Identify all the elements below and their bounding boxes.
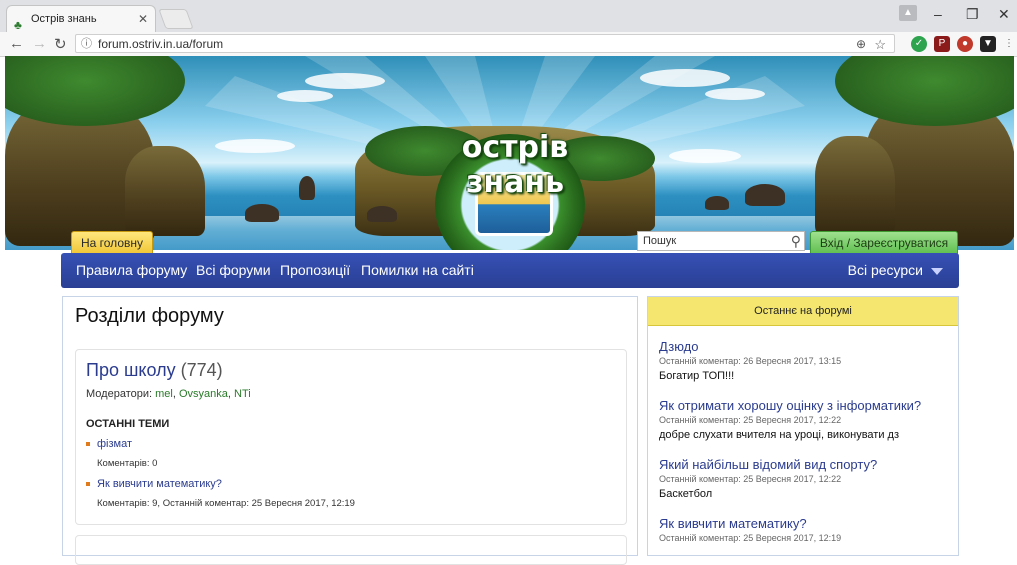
site-banner: острів знань — [5, 56, 1014, 250]
site-logo-text[interactable]: острів знань — [425, 130, 605, 200]
zoom-icon[interactable]: ⊕ — [856, 35, 866, 54]
nav-item-all-forums[interactable]: Всі форуми — [196, 253, 271, 288]
extension-lastpass-icon[interactable]: P — [934, 36, 950, 52]
topic-item: фізмат Коментарів: 0 — [86, 438, 157, 469]
topic-meta: Коментарів: 9, Останній коментар: 25 Вер… — [97, 498, 355, 509]
forum-section-name[interactable]: Про школу — [86, 360, 176, 380]
forum-section-title[interactable]: Про школу (774) — [86, 360, 223, 381]
latest-topics-heading: ОСТАННІ ТЕМИ — [86, 418, 170, 430]
forum-section-card: Про школу (774) Модератори: mel, Ovsyank… — [75, 349, 627, 525]
moderator-link[interactable]: NTi — [234, 388, 251, 400]
forum-section-card-next — [75, 535, 627, 565]
bookmark-star-icon[interactable]: ☆ — [874, 35, 886, 54]
search-input[interactable]: Пошук ⚲ — [637, 231, 805, 251]
moderator-link[interactable]: mel — [155, 388, 173, 400]
sidebar-post-comment: Баскетбол — [659, 488, 713, 500]
topic-item: Як вивчити математику? Коментарів: 9, Ос… — [86, 478, 355, 509]
rock-graphic — [705, 196, 729, 210]
left-cliff-small-graphic — [125, 146, 205, 236]
sidebar-post-title[interactable]: Дзюдо — [659, 339, 949, 354]
new-tab-button[interactable] — [158, 9, 194, 29]
address-toolbar: ← → ↻ ⓘ forum.ostriv.in.ua/forum ⊕ ☆ — [0, 32, 1017, 57]
rock-graphic — [367, 206, 397, 222]
rock-graphic — [245, 204, 279, 222]
back-arrow-icon[interactable]: ← — [9, 35, 24, 52]
moderators-label: Модератори: — [86, 388, 153, 400]
url-field[interactable]: ⓘ forum.ostriv.in.ua/forum ⊕ ☆ — [75, 34, 895, 53]
browser-menu-icon[interactable]: ⋮ — [1004, 36, 1014, 52]
page-title: Розділи форуму — [75, 305, 224, 327]
sidebar-post-comment: Богатир ТОП!!! — [659, 370, 735, 382]
sidebar-post-title[interactable]: Який найбільш відомий вид спорту? — [659, 457, 949, 472]
minimize-icon[interactable]: – — [934, 6, 942, 22]
close-window-icon[interactable]: ✕ — [998, 6, 1010, 23]
home-tab-button[interactable]: На головну — [71, 231, 153, 254]
rock-graphic — [299, 176, 315, 200]
restore-icon[interactable]: ❐ — [966, 6, 979, 23]
close-tab-icon[interactable]: ✕ — [138, 6, 148, 32]
main-nav-bar: Правила форуму Всі форуми Пропозиції Пом… — [61, 253, 959, 288]
chevron-down-icon[interactable] — [931, 268, 943, 275]
sidebar-post: Як отримати хорошу оцінку з інформатики?… — [659, 398, 949, 441]
nav-item-site-errors[interactable]: Помилки на сайті — [361, 253, 474, 288]
moderator-link[interactable]: Ovsyanka — [179, 388, 228, 400]
profile-icon[interactable]: ▲ — [899, 5, 917, 21]
sidebar-post-comment: добре слухати вчителя на уроці, виконува… — [659, 429, 899, 441]
bullet-icon — [86, 482, 90, 487]
browser-tab-strip: ♣ Острів знань ✕ ▲ – ❐ ✕ — [0, 0, 1017, 32]
search-icon[interactable]: ⚲ — [791, 232, 801, 250]
extension-pocket-icon[interactable]: ▼ — [980, 36, 996, 52]
topic-meta: Коментарів: 0 — [97, 458, 158, 469]
search-placeholder: Пошук — [643, 235, 677, 247]
nav-item-suggestions[interactable]: Пропозиції — [280, 253, 350, 288]
sidebar-post-meta: Останній коментар: 26 Вересня 2017, 13:1… — [659, 356, 842, 366]
forward-arrow-icon[interactable]: → — [32, 35, 47, 52]
sidebar-post: Як вивчити математику? Останній коментар… — [659, 516, 949, 543]
nav-item-rules[interactable]: Правила форуму — [76, 253, 187, 288]
url-text: forum.ostriv.in.ua/forum — [98, 37, 224, 51]
sidebar-post-meta: Останній коментар: 25 Вересня 2017, 12:2… — [659, 474, 842, 484]
reload-icon[interactable]: ↻ — [54, 35, 67, 53]
login-register-button[interactable]: Вхід / Зареєструватися — [810, 231, 958, 254]
sidebar-title: Останнє на форумі — [648, 297, 958, 326]
topic-title-link[interactable]: Як вивчити математику? — [97, 478, 222, 490]
rock-graphic — [745, 184, 785, 206]
sidebar-post-meta: Останній коментар: 25 Вересня 2017, 12:2… — [659, 415, 842, 425]
moderators-line: Модератори: mel, Ovsyanka, NTi — [86, 388, 251, 400]
sidebar-post-meta: Останній коментар: 25 Вересня 2017, 12:1… — [659, 533, 842, 543]
topic-title-link[interactable]: фізмат — [97, 438, 132, 450]
all-resources-menu[interactable]: Всі ресурси — [848, 253, 923, 288]
sidebar-post: Який найбільш відомий вид спорту? Останн… — [659, 457, 949, 500]
bullet-icon — [86, 442, 90, 447]
forum-section-count: (774) — [180, 360, 223, 380]
info-icon[interactable]: ⓘ — [81, 35, 92, 54]
latest-forum-sidebar: Останнє на форумі Дзюдо Останній комента… — [647, 296, 959, 556]
browser-tab[interactable]: ♣ Острів знань ✕ — [6, 5, 156, 32]
forum-sections-panel: Розділи форуму Про школу (774) Модератор… — [62, 296, 638, 565]
sidebar-post: Дзюдо Останній коментар: 26 Вересня 2017… — [659, 339, 949, 382]
sidebar-post-title[interactable]: Як отримати хорошу оцінку з інформатики? — [659, 398, 949, 413]
extension-check-icon[interactable]: ✓ — [911, 36, 927, 52]
tab-title: Острів знань — [31, 13, 97, 25]
right-cliff-small-graphic — [815, 136, 895, 236]
extension-adblock-icon[interactable]: ● — [957, 36, 973, 52]
sidebar-post-title[interactable]: Як вивчити математику? — [659, 516, 949, 531]
